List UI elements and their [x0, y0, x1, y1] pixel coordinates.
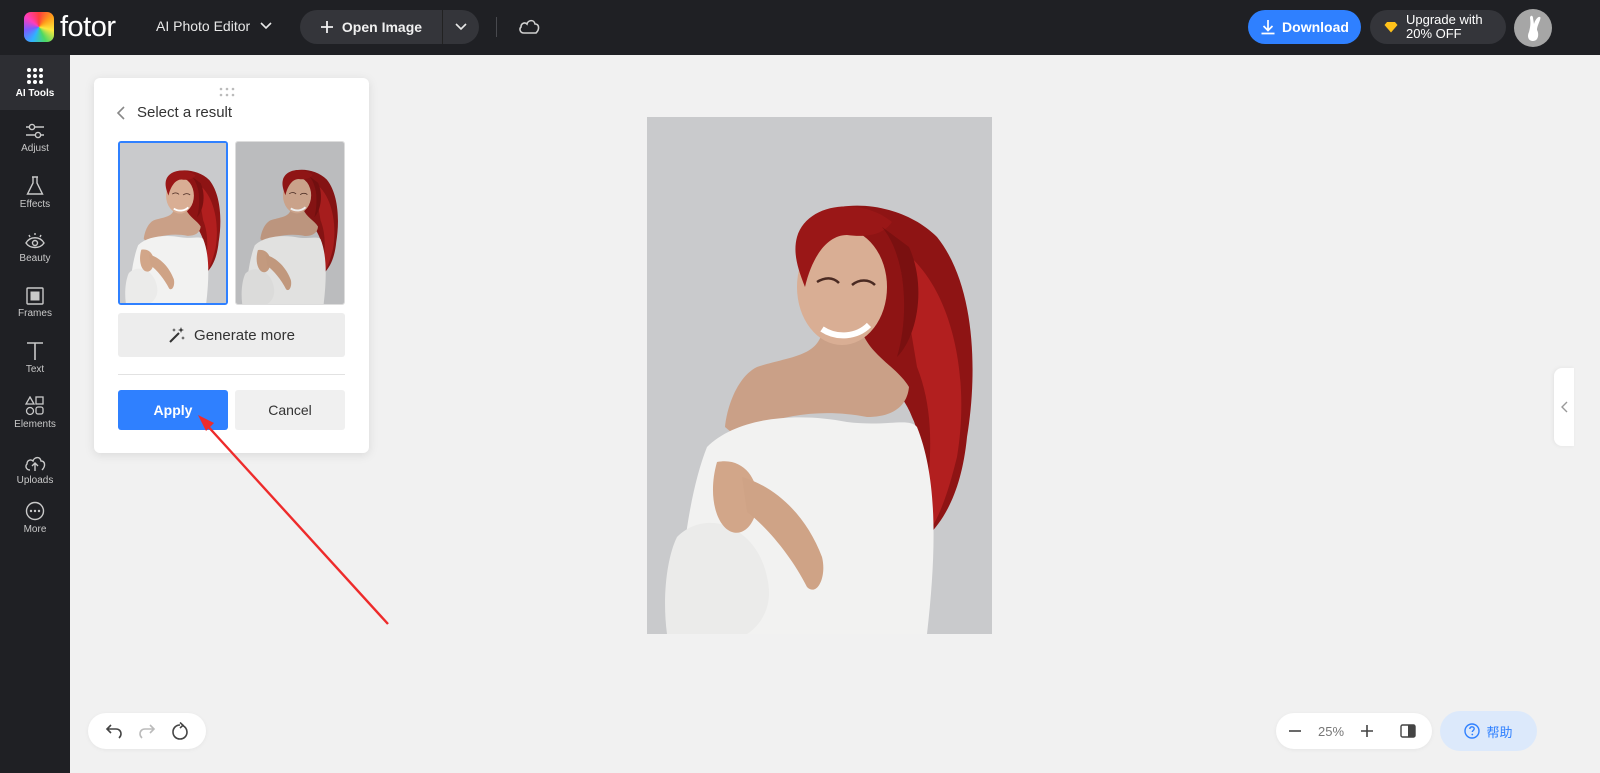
zoom-level: 25%	[1317, 723, 1345, 739]
chevron-down-icon	[455, 23, 467, 31]
undo-icon	[106, 724, 123, 739]
brand-name: fotor	[60, 11, 116, 43]
editor-mode-label: AI Photo Editor	[156, 18, 251, 34]
help-label: 帮助	[1486, 724, 1513, 740]
cloud-upload-icon	[25, 456, 46, 471]
rabbit-avatar-icon	[1528, 15, 1541, 41]
text-icon	[27, 341, 43, 360]
redo-button[interactable]	[138, 723, 156, 739]
cloud-save-button[interactable]	[518, 17, 540, 40]
open-image-dropdown-button[interactable]	[443, 10, 479, 44]
fotor-logo-mark	[24, 12, 54, 42]
result-thumbnail-2[interactable]	[235, 141, 345, 305]
generate-more-button[interactable]: Generate more	[118, 313, 345, 357]
editor-mode-dropdown[interactable]: AI Photo Editor	[156, 18, 272, 34]
sidebar-item-label: Elements	[14, 418, 56, 430]
cancel-button[interactable]: Cancel	[235, 390, 345, 430]
sidebar-item-text[interactable]: Text	[0, 330, 70, 385]
panel-title: Select a result	[137, 104, 233, 121]
download-button[interactable]: Download	[1248, 10, 1361, 44]
chevron-down-icon	[260, 22, 272, 30]
edited-photo	[647, 117, 992, 634]
minus-icon	[1289, 730, 1301, 732]
sidebar-item-label: AI Tools	[15, 87, 55, 99]
upgrade-text: Upgrade with 20% OFF	[1406, 13, 1483, 41]
apply-button[interactable]: Apply	[118, 390, 228, 430]
compare-icon	[1400, 724, 1416, 738]
grid-dots-icon	[27, 67, 43, 84]
magic-wand-icon	[169, 327, 186, 343]
sidebar-item-elements[interactable]: Elements	[0, 385, 70, 440]
cloud-icon	[519, 19, 540, 34]
result-thumbnail-1[interactable]	[118, 141, 228, 305]
sidebar-item-label: Beauty	[19, 252, 51, 264]
drag-dots-icon	[219, 87, 235, 97]
more-icon	[25, 501, 45, 520]
open-image-button[interactable]: Open Image	[300, 10, 443, 44]
eye-icon	[25, 232, 45, 248]
upgrade-button[interactable]: Upgrade with 20% OFF	[1370, 10, 1506, 44]
top-bar: fotor AI Photo Editor Open Image Downloa…	[0, 0, 1600, 55]
download-label: Download	[1282, 19, 1349, 35]
diamond-icon	[1384, 22, 1398, 33]
user-avatar[interactable]	[1514, 9, 1552, 47]
plus-icon	[320, 21, 333, 33]
open-image-group: Open Image	[300, 10, 479, 44]
toolbar-divider	[496, 17, 497, 37]
left-sidebar: AI Tools Adjust Effects Beauty Frames Te…	[0, 55, 70, 773]
sidebar-item-uploads[interactable]: Uploads	[0, 442, 70, 497]
history-toolbar	[88, 713, 206, 749]
frame-icon	[26, 286, 44, 305]
reset-icon	[171, 722, 188, 740]
redo-icon	[139, 724, 156, 739]
download-icon	[1261, 20, 1275, 35]
back-button[interactable]: Select a result	[116, 104, 232, 121]
shapes-icon	[25, 395, 44, 415]
plus-icon	[1361, 725, 1373, 737]
zoom-toolbar: 25%	[1276, 713, 1432, 749]
upgrade-line1: Upgrade with	[1406, 12, 1483, 27]
chevron-left-icon	[1560, 401, 1567, 413]
right-panel-toggle[interactable]	[1554, 368, 1574, 446]
generate-more-label: Generate more	[194, 326, 295, 344]
panel-divider	[118, 374, 345, 375]
canvas-image[interactable]	[647, 117, 992, 634]
chevron-left-icon	[116, 105, 125, 120]
sidebar-item-effects[interactable]: Effects	[0, 165, 70, 220]
result-image-2	[236, 142, 344, 304]
result-image-1	[120, 143, 226, 303]
open-image-label: Open Image	[341, 19, 423, 35]
question-icon	[1464, 723, 1481, 739]
reset-button[interactable]	[171, 722, 189, 740]
sidebar-item-frames[interactable]: Frames	[0, 275, 70, 330]
zoom-in-button[interactable]	[1360, 724, 1374, 738]
sidebar-item-label: Text	[25, 363, 45, 375]
compare-button[interactable]	[1400, 724, 1416, 738]
fotor-logo[interactable]: fotor	[24, 12, 116, 42]
sidebar-item-ai-tools[interactable]: AI Tools	[0, 55, 70, 110]
undo-button[interactable]	[105, 723, 123, 739]
sidebar-item-label: Adjust	[21, 142, 49, 154]
sidebar-item-adjust[interactable]: Adjust	[0, 110, 70, 165]
sidebar-item-label: More	[23, 523, 47, 535]
sliders-icon	[26, 123, 44, 138]
sidebar-item-label: Uploads	[16, 474, 54, 486]
drag-handle[interactable]	[219, 84, 235, 102]
help-button[interactable]: 帮助	[1440, 711, 1537, 751]
flask-icon	[26, 175, 44, 195]
sidebar-item-beauty[interactable]: Beauty	[0, 220, 70, 275]
upgrade-line2: 20% OFF	[1406, 26, 1462, 41]
zoom-out-button[interactable]	[1288, 724, 1302, 738]
sidebar-item-label: Effects	[19, 198, 51, 210]
sidebar-item-more[interactable]: More	[0, 490, 70, 545]
select-result-panel: Select a result Generate more Apply Canc…	[94, 78, 369, 453]
sidebar-item-label: Frames	[18, 307, 52, 319]
